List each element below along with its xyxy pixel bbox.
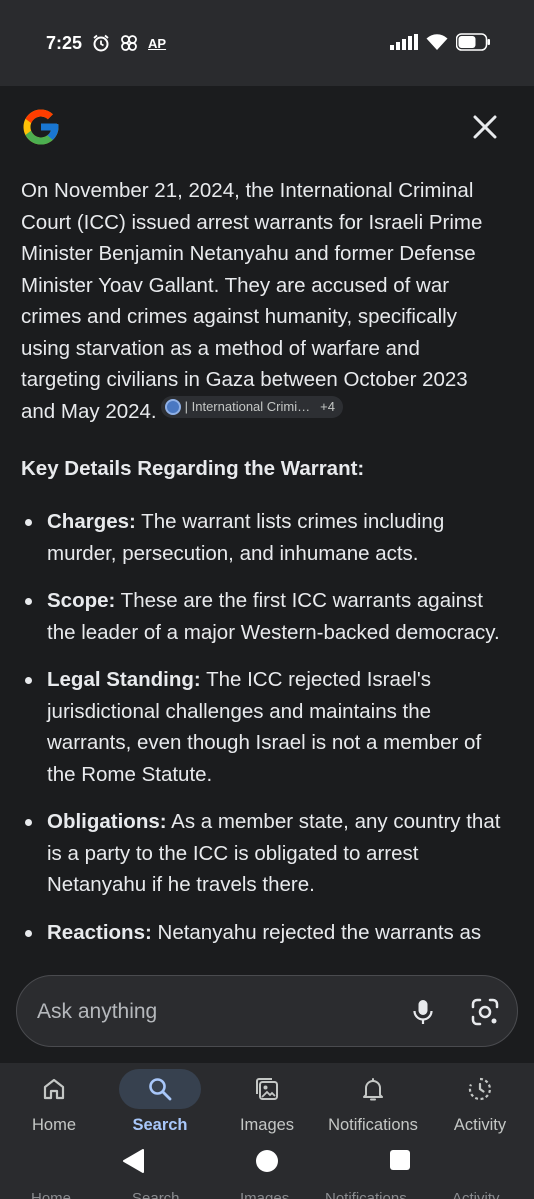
nav-label: Search bbox=[132, 1116, 188, 1134]
list-item-text: These are the first ICC warrants against… bbox=[47, 589, 500, 644]
list-item-term: Obligations: bbox=[47, 810, 167, 833]
mic-icon[interactable] bbox=[409, 998, 437, 1026]
ask-input[interactable] bbox=[37, 998, 367, 1026]
bell-icon bbox=[363, 1078, 383, 1101]
nav-activity[interactable]: Activity bbox=[426, 1063, 534, 1149]
ghost-label: Home bbox=[31, 1190, 72, 1199]
nav-label: Notifications bbox=[328, 1116, 418, 1134]
nav-home-icon-wrap bbox=[13, 1069, 95, 1109]
ai-answer-panel: On November 21, 2024, the International … bbox=[0, 86, 534, 1063]
source-chip-count: +4 bbox=[320, 398, 335, 414]
nav-label: Images bbox=[239, 1116, 295, 1134]
list-item: Charges: The warrant lists crimes includ… bbox=[21, 506, 501, 569]
nav-notifications-icon-wrap bbox=[332, 1069, 414, 1109]
list-item-term: Legal Standing: bbox=[47, 668, 201, 691]
battery-icon bbox=[456, 33, 490, 51]
answer-intro-text: On November 21, 2024, the International … bbox=[21, 179, 483, 423]
nav-home[interactable]: Home bbox=[0, 1063, 108, 1149]
list-item-term: Reactions: bbox=[47, 920, 152, 944]
ghost-label: Search bbox=[132, 1190, 180, 1199]
wifi-icon bbox=[426, 34, 448, 50]
answer-content: On November 21, 2024, the International … bbox=[21, 175, 501, 964]
back-icon[interactable] bbox=[121, 1148, 147, 1174]
list-item: Legal Standing: The ICC rejected Israel'… bbox=[21, 664, 501, 790]
nav-activity-icon-wrap bbox=[439, 1069, 521, 1109]
activity-icon bbox=[468, 1077, 492, 1101]
ghost-nav-labels: Home Search Images Notifications Activit… bbox=[0, 1188, 534, 1199]
details-list: Charges: The warrant lists crimes includ… bbox=[21, 506, 501, 948]
answer-intro: On November 21, 2024, the International … bbox=[21, 175, 501, 427]
ghost-label: Notifications bbox=[325, 1190, 407, 1199]
images-icon bbox=[256, 1078, 278, 1100]
ghost-label: Images bbox=[240, 1190, 290, 1199]
home-icon bbox=[43, 1078, 65, 1100]
ap-icon: AP bbox=[148, 35, 167, 51]
lens-icon[interactable] bbox=[469, 996, 501, 1028]
nav-label: Home bbox=[31, 1116, 76, 1134]
signal-icon bbox=[390, 34, 418, 50]
pinwheel-icon bbox=[121, 35, 137, 51]
nav-images-icon-wrap bbox=[226, 1069, 308, 1109]
nav-images[interactable]: Images bbox=[213, 1063, 321, 1149]
status-time: 7:25 bbox=[46, 33, 83, 53]
status-bar: 7:25 AP bbox=[0, 0, 534, 86]
source-chip[interactable]: | International Crimi… +4 bbox=[160, 395, 343, 418]
alarm-icon bbox=[93, 34, 109, 52]
list-item-term: Charges: bbox=[47, 510, 136, 533]
nav-label: Activity bbox=[453, 1116, 507, 1134]
section-heading: Key Details Regarding the Warrant: bbox=[21, 457, 365, 480]
close-icon[interactable] bbox=[468, 110, 502, 144]
google-g-icon bbox=[23, 109, 59, 145]
list-item-term: Scope: bbox=[47, 589, 116, 612]
ghost-label: Activity bbox=[452, 1190, 500, 1199]
list-item: Reactions: Netanyahu rejected the warran… bbox=[21, 917, 501, 949]
icc-logo-icon bbox=[164, 398, 181, 415]
list-item: Scope: These are the first ICC warrants … bbox=[21, 585, 501, 648]
source-chip-label: | International Crimi… bbox=[184, 398, 311, 414]
home-circle-icon[interactable] bbox=[254, 1148, 280, 1174]
search-icon bbox=[149, 1078, 172, 1101]
list-item-text: Netanyahu rejected the warrants as bbox=[151, 920, 482, 944]
system-nav bbox=[0, 1148, 534, 1188]
nav-search-icon-wrap bbox=[119, 1069, 201, 1109]
status-icons-right bbox=[390, 33, 490, 51]
recents-icon[interactable] bbox=[388, 1148, 412, 1172]
status-icons-left: AP bbox=[92, 34, 166, 52]
nav-search[interactable]: Search bbox=[106, 1063, 214, 1149]
list-item: Obligations: As a member state, any coun… bbox=[21, 806, 501, 901]
nav-notifications[interactable]: Notifications bbox=[319, 1063, 427, 1149]
ask-bar bbox=[16, 975, 518, 1047]
